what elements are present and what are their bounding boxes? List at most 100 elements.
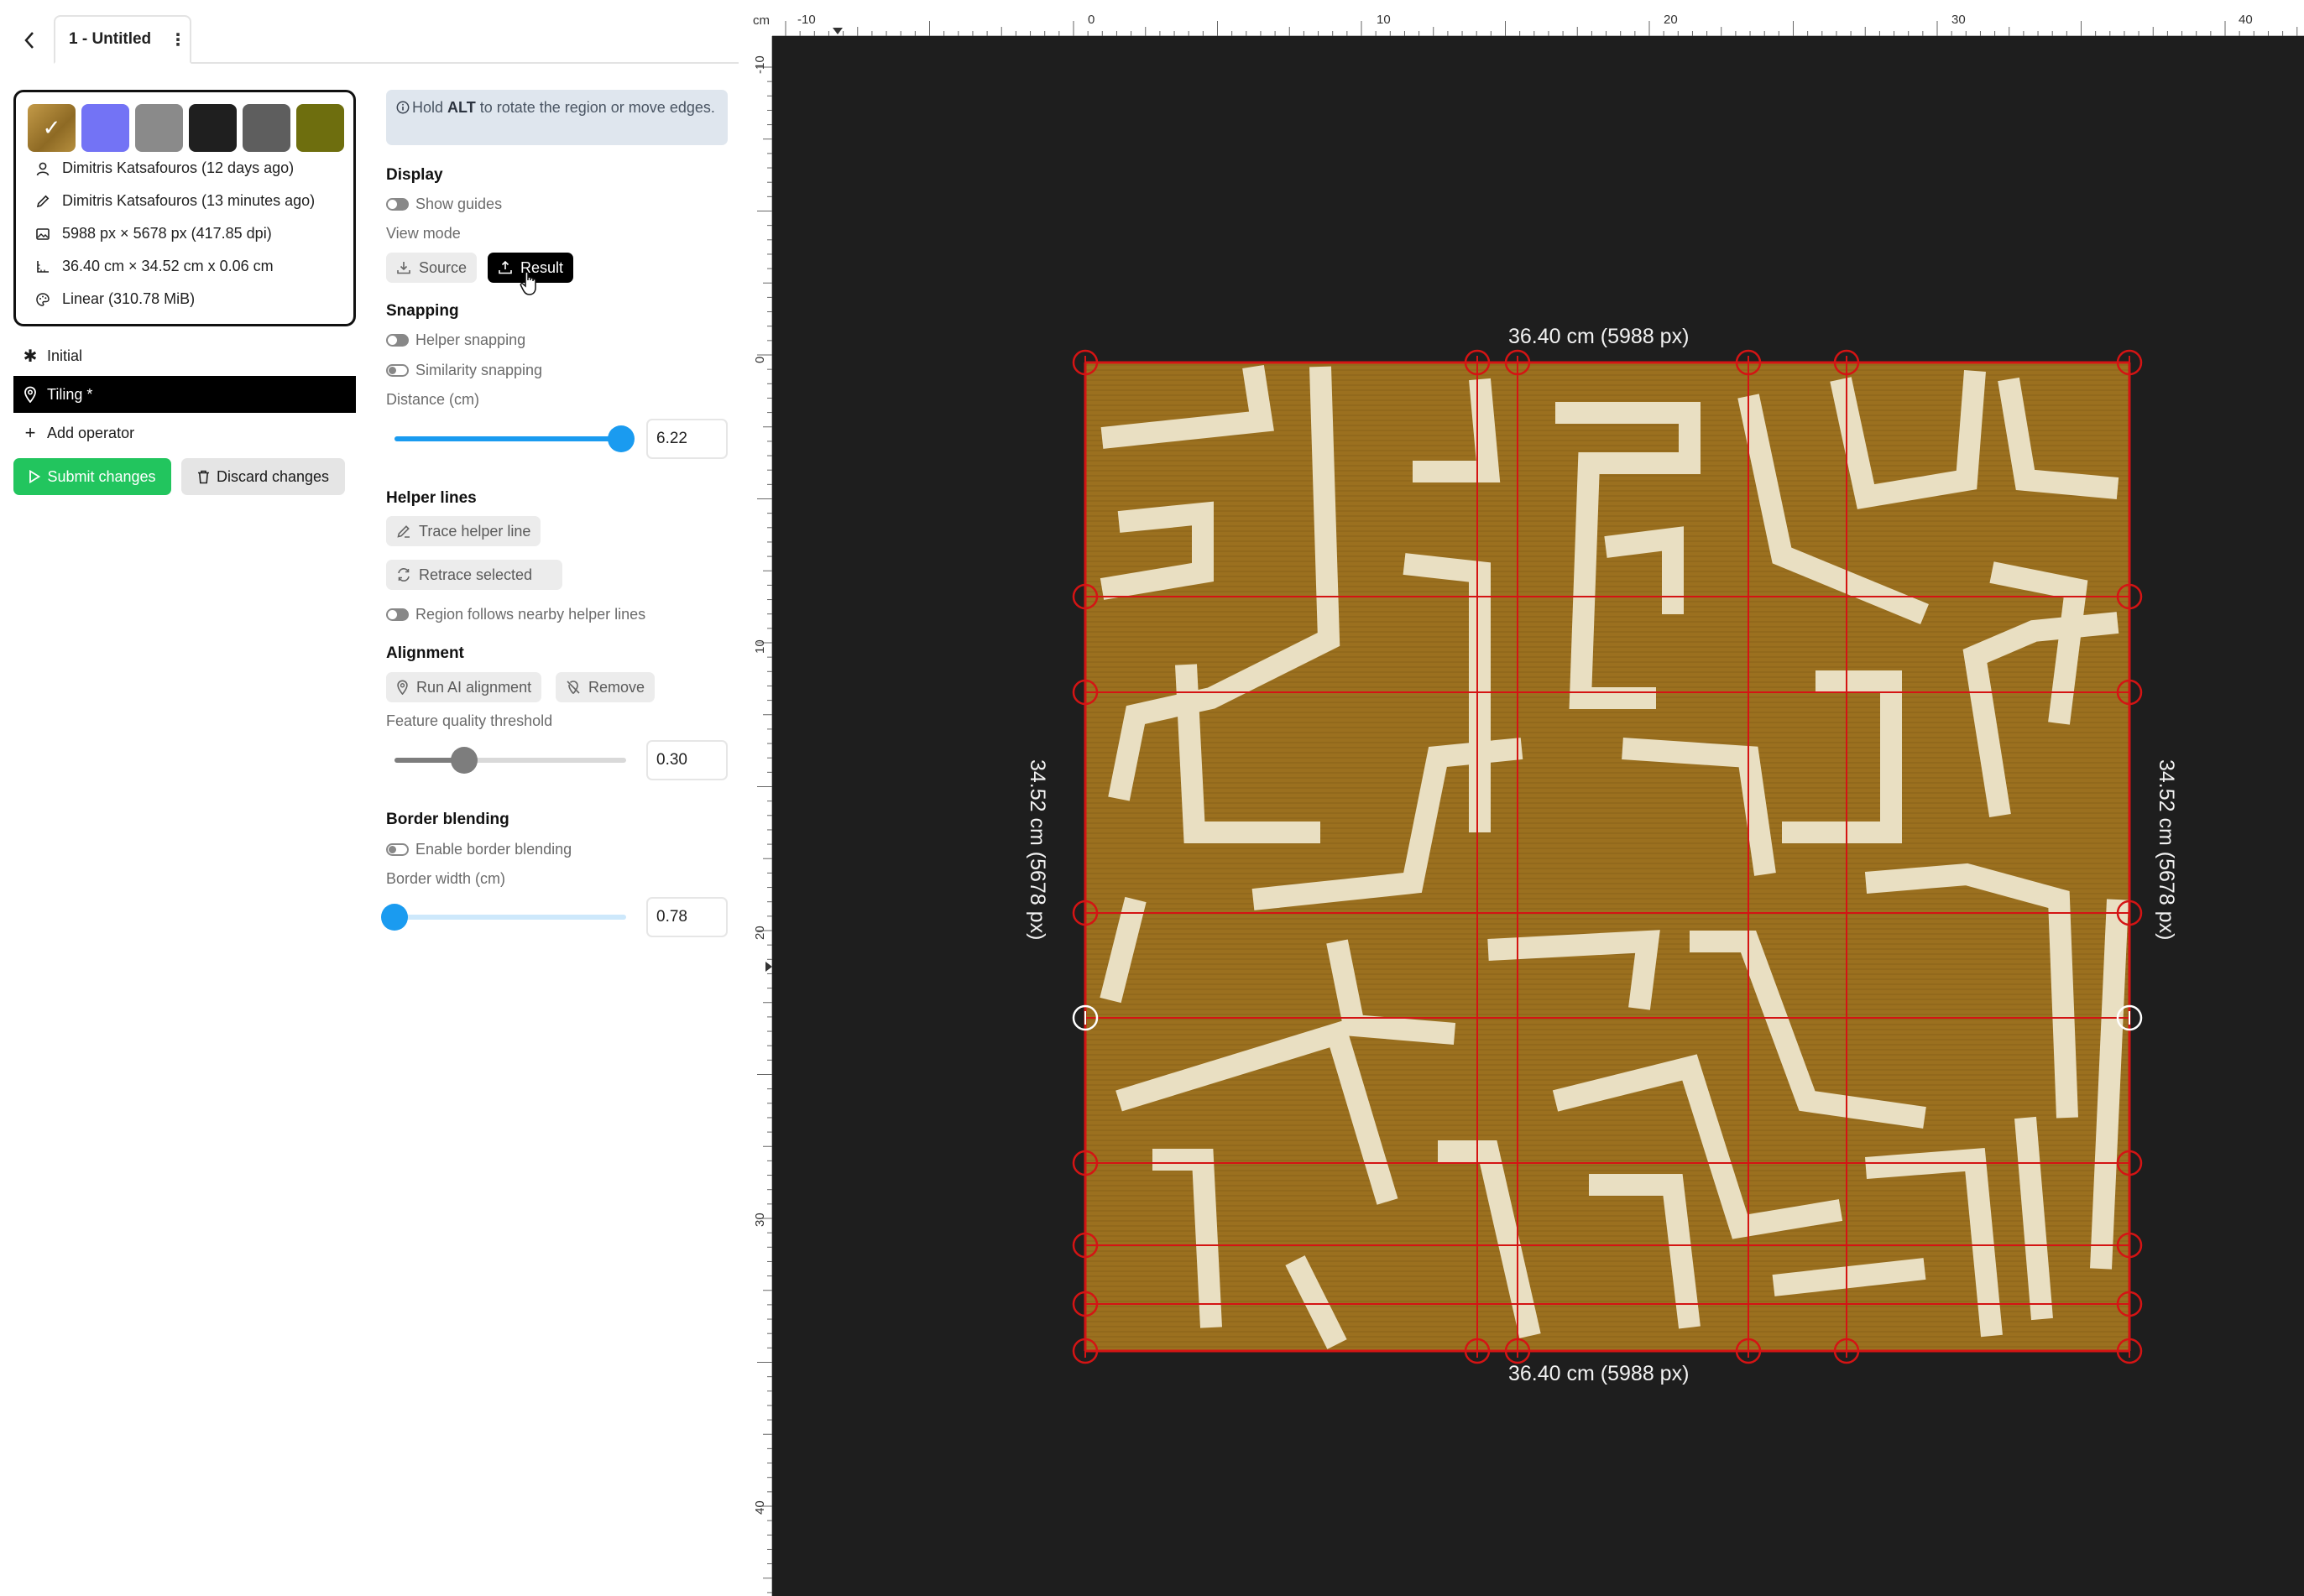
- border-width-input[interactable]: 0.78: [646, 897, 728, 937]
- ruler-tick-label: 40: [2239, 13, 2253, 27]
- download-icon: [396, 260, 411, 275]
- submit-label: Submit changes: [47, 467, 156, 485]
- ruler-tick-label: 0: [753, 356, 767, 363]
- retrace-selected-button[interactable]: Retrace selected: [386, 560, 562, 590]
- remove-label: Remove: [588, 678, 645, 696]
- ruler-icon: [34, 258, 51, 275]
- threshold-slider[interactable]: [394, 747, 626, 774]
- created-by-row: Dimitris Katsafouros (12 days ago): [34, 159, 294, 177]
- swatch-alpha[interactable]: [296, 104, 344, 152]
- threshold-input[interactable]: 0.30: [646, 740, 728, 780]
- chevron-left-icon: [24, 32, 34, 49]
- border-width-slider[interactable]: [381, 904, 626, 931]
- texture-preview[interactable]: [1085, 362, 2129, 1351]
- toggle-switch: [386, 608, 409, 621]
- pixel-size-text: 5988 px × 5678 px (417.85 dpi): [62, 225, 272, 242]
- back-button[interactable]: [17, 25, 42, 55]
- slider-thumb[interactable]: [450, 747, 478, 774]
- refresh-icon: [396, 567, 411, 582]
- created-by-text: Dimitris Katsafouros (12 days ago): [62, 159, 295, 176]
- show-guides-toggle[interactable]: Show guides: [386, 196, 502, 213]
- swatch-roughness[interactable]: [189, 104, 237, 152]
- edited-by-row: Dimitris Katsafouros (13 minutes ago): [34, 192, 315, 210]
- ruler-tick-label: 10: [1377, 13, 1391, 27]
- horizontal-ruler[interactable]: -10 0 10 20 30 40: [750, 0, 2304, 36]
- hint-rest: to rotate the region or move edges.: [475, 99, 715, 116]
- user-icon: [34, 160, 51, 177]
- submit-changes-button[interactable]: Submit changes: [13, 458, 171, 495]
- ruler-tick-label: 20: [1664, 13, 1678, 27]
- source-label: Source: [419, 258, 468, 276]
- ruler-tick-label: -10: [797, 13, 816, 27]
- threshold-label: Feature quality threshold: [386, 712, 553, 729]
- plus-icon: +: [24, 422, 36, 443]
- slider-thumb[interactable]: [381, 904, 408, 931]
- width-dimension-label-bottom: 36.40 cm (5988 px): [1508, 1362, 1690, 1385]
- add-operator-button[interactable]: + Add operator: [13, 415, 356, 451]
- height-dimension-label-right: 34.52 cm (5678 px): [2155, 759, 2178, 941]
- physical-size-row: 36.40 cm × 34.52 cm x 0.06 cm: [34, 258, 274, 275]
- add-operator-label: Add operator: [47, 424, 135, 441]
- operator-initial[interactable]: ✱ Initial: [13, 337, 356, 374]
- swatch-list: ✓: [28, 104, 344, 152]
- view-mode-source-button[interactable]: Source: [386, 253, 478, 283]
- enable-border-label: Enable border blending: [415, 841, 572, 858]
- distance-label: Distance (cm): [386, 391, 480, 408]
- asterisk-icon: ✱: [23, 347, 38, 366]
- ruler-tick-label: 30: [1951, 13, 1966, 27]
- show-guides-label: Show guides: [415, 196, 503, 212]
- swatch-base-color[interactable]: ✓: [28, 104, 76, 152]
- helper-lines-section-title: Helper lines: [386, 489, 477, 507]
- snapping-section-title: Snapping: [386, 302, 459, 320]
- toggle-switch: [386, 334, 409, 347]
- trash-icon: [197, 470, 210, 484]
- enable-border-blending-toggle[interactable]: Enable border blending: [386, 841, 572, 858]
- check-icon: ✓: [42, 115, 61, 140]
- trace-helper-line-button[interactable]: Trace helper line: [386, 516, 541, 546]
- material-info-card: ✓ Dimitris Katsafouros (12 days ago) Dim…: [13, 90, 356, 326]
- distance-input[interactable]: 6.22: [646, 419, 728, 459]
- ruler-tick-label: 20: [753, 926, 767, 940]
- swatch-specular[interactable]: [243, 104, 290, 152]
- distance-slider[interactable]: [394, 425, 635, 452]
- helper-snapping-toggle[interactable]: Helper snapping: [386, 331, 525, 349]
- operator-tiling[interactable]: Tiling *: [13, 376, 356, 413]
- slider-thumb[interactable]: [608, 425, 635, 452]
- more-vertical-icon[interactable]: ⋮: [170, 29, 186, 50]
- similarity-snapping-toggle[interactable]: Similarity snapping: [386, 362, 542, 379]
- image-icon: [34, 226, 51, 243]
- height-dimension-label-left: 34.52 cm (5678 px): [1026, 759, 1049, 941]
- width-dimension-label-top: 36.40 cm (5988 px): [1508, 325, 1690, 348]
- border-blending-section-title: Border blending: [386, 811, 509, 828]
- swatch-height[interactable]: [135, 104, 183, 152]
- toggle-switch: [386, 364, 409, 377]
- texture-pattern: [1085, 362, 2129, 1351]
- alignment-section-title: Alignment: [386, 644, 464, 662]
- vertical-ruler[interactable]: -10 0 10 20 30 40: [750, 0, 772, 1596]
- discard-changes-button[interactable]: Discard changes: [181, 458, 345, 495]
- toggle-switch: [386, 843, 409, 856]
- remove-alignment-button[interactable]: Remove: [556, 672, 656, 702]
- hint-key: ALT: [447, 99, 476, 116]
- map-pin-icon: [396, 680, 409, 695]
- hand-cursor-icon: [519, 270, 541, 301]
- pixel-size-row: 5988 px × 5678 px (417.85 dpi): [34, 225, 272, 243]
- swatch-normal[interactable]: [81, 104, 129, 152]
- map-pin-icon: [22, 386, 39, 403]
- pencil-line-icon: [396, 524, 411, 539]
- border-width-label: Border width (cm): [386, 870, 506, 887]
- ruler-unit-label: cm: [750, 0, 772, 36]
- info-circle-icon: [396, 100, 410, 118]
- upload-icon: [498, 260, 513, 275]
- similarity-snapping-label: Similarity snapping: [415, 362, 543, 378]
- hint-prefix: Hold: [412, 99, 448, 116]
- horizontal-ruler-ticks: [785, 21, 2298, 36]
- vertical-ruler-ticks: [757, 66, 772, 1593]
- document-title: 1 - Untitled: [69, 30, 152, 48]
- run-ai-alignment-button[interactable]: Run AI alignment: [386, 672, 542, 702]
- colorspace-row: Linear (310.78 MiB): [34, 290, 195, 308]
- slider-fill: [394, 436, 622, 441]
- region-follows-toggle[interactable]: Region follows nearby helper lines: [386, 606, 645, 623]
- document-tab[interactable]: 1 - Untitled ⋮: [54, 15, 191, 64]
- left-panel: 1 - Untitled ⋮ ✓ Dimitris Katsafouros (1…: [0, 0, 750, 1596]
